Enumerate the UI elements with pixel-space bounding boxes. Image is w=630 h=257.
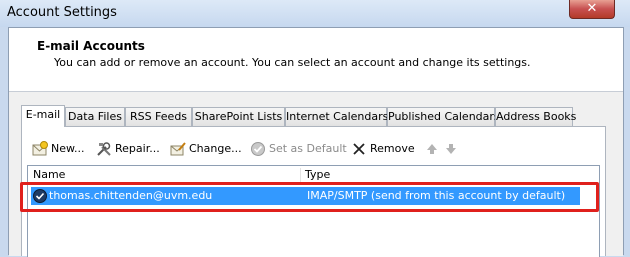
dialog-body: E-mail Data Files RSS Feeds SharePoint L…: [9, 92, 623, 257]
column-divider[interactable]: [300, 168, 301, 182]
tab-internet-calendars[interactable]: Internet Calendars: [285, 107, 388, 126]
arrow-down-icon: [446, 144, 456, 154]
change-account-icon: [170, 142, 186, 156]
title-bar: Account Settings ✕: [0, 0, 630, 27]
tab-sharepoint-lists[interactable]: SharePoint Lists: [192, 107, 285, 126]
tab-data-files[interactable]: Data Files: [65, 107, 125, 126]
close-icon: ✕: [586, 1, 598, 16]
new-email-icon: [32, 141, 48, 156]
remove-x-icon: [353, 143, 365, 155]
tab-email[interactable]: E-mail: [21, 105, 65, 127]
window-title: Account Settings: [7, 5, 117, 20]
tab-rss-feeds[interactable]: RSS Feeds: [125, 107, 192, 126]
repair-tools-icon: [97, 142, 111, 156]
section-title: E-mail Accounts: [37, 39, 145, 53]
arrow-up-icon: [427, 144, 437, 154]
dialog-header: E-mail Accounts You can add or remove an…: [9, 28, 623, 92]
check-circle-icon: [251, 142, 265, 156]
tab-published-calendars[interactable]: Published Calendars: [387, 107, 500, 126]
tab-address-books[interactable]: Address Books: [495, 107, 576, 126]
column-header-name[interactable]: Name: [33, 166, 65, 183]
dialog-client-area: E-mail Accounts You can add or remove an…: [8, 27, 624, 257]
close-button[interactable]: ✕: [569, 0, 615, 19]
annotation-highlight-box: [20, 182, 599, 212]
section-description: You can add or remove an account. You ca…: [54, 56, 531, 69]
column-header-type[interactable]: Type: [305, 166, 330, 183]
